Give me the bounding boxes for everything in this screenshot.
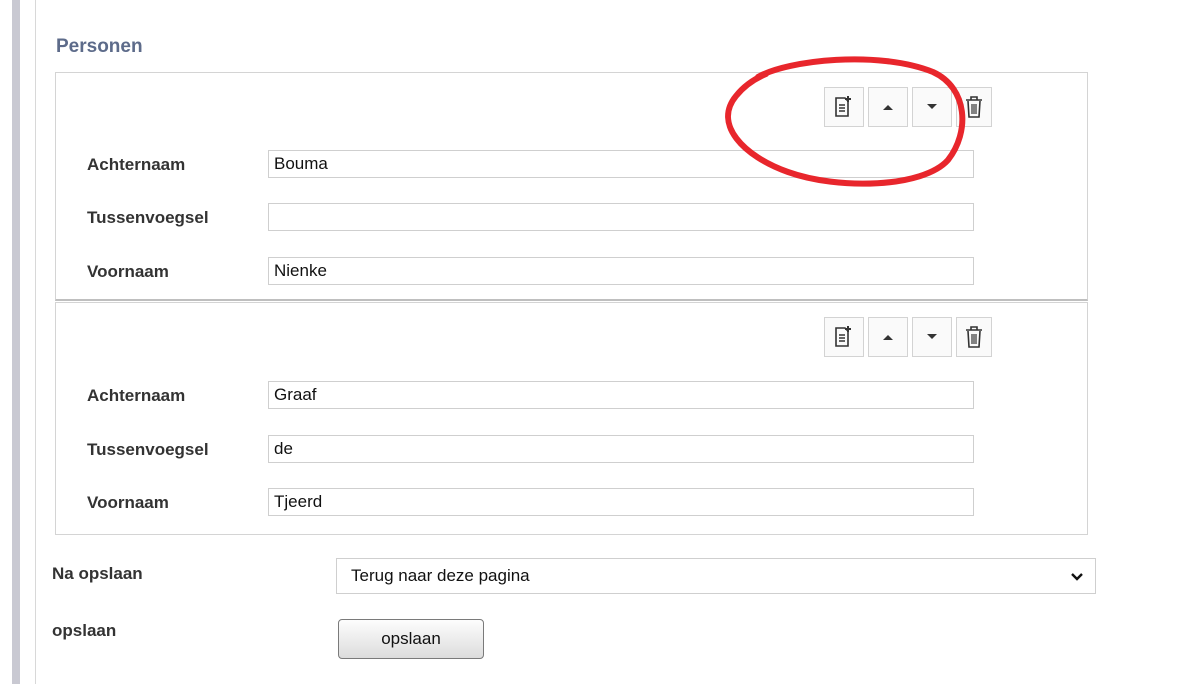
arrow-down-icon	[927, 334, 937, 339]
left-divider-line	[35, 0, 36, 684]
tussenvoegsel-input[interactable]	[268, 435, 974, 463]
achternaam-input[interactable]	[268, 150, 974, 178]
voornaam-input[interactable]	[268, 257, 974, 285]
add-document-icon	[835, 326, 851, 347]
person-record-2: Achternaam Tussenvoegsel Voornaam	[55, 302, 1088, 535]
save-label: opslaan	[52, 621, 117, 640]
field-label: Achternaam	[87, 386, 186, 405]
field-label: Achternaam	[87, 155, 186, 174]
trash-icon	[966, 326, 982, 348]
field-row-achternaam: Achternaam	[56, 150, 1087, 180]
move-down-button[interactable]	[912, 87, 952, 127]
field-label: Voornaam	[87, 493, 169, 512]
arrow-up-icon	[883, 335, 893, 340]
field-row-voornaam: Voornaam	[56, 257, 1087, 287]
section-title: Personen	[56, 36, 143, 57]
field-label: Tussenvoegsel	[87, 440, 209, 459]
move-up-button[interactable]	[868, 87, 908, 127]
record-toolbar	[824, 317, 992, 357]
arrow-down-icon	[927, 104, 937, 109]
chevron-down-icon	[1071, 573, 1083, 581]
arrow-up-icon	[883, 105, 893, 110]
save-button[interactable]: opslaan	[338, 619, 484, 659]
move-down-button[interactable]	[912, 317, 952, 357]
after-save-selected-value: Terug naar deze pagina	[351, 566, 530, 585]
field-label: Voornaam	[87, 262, 169, 281]
delete-record-button[interactable]	[956, 87, 992, 127]
field-row-voornaam: Voornaam	[56, 488, 1087, 518]
achternaam-input[interactable]	[268, 381, 974, 409]
move-up-button[interactable]	[868, 317, 908, 357]
after-save-select[interactable]: Terug naar deze pagina	[336, 558, 1096, 594]
field-row-achternaam: Achternaam	[56, 381, 1087, 411]
add-record-button[interactable]	[824, 317, 864, 357]
field-label: Tussenvoegsel	[87, 208, 209, 227]
voornaam-input[interactable]	[268, 488, 974, 516]
add-record-button[interactable]	[824, 87, 864, 127]
left-edge-bar	[12, 0, 20, 684]
tussenvoegsel-input[interactable]	[268, 203, 974, 231]
field-row-tussenvoegsel: Tussenvoegsel	[56, 203, 1087, 233]
person-record-1: Achternaam Tussenvoegsel Voornaam	[55, 72, 1088, 301]
record-toolbar	[824, 87, 992, 127]
add-document-icon	[835, 96, 851, 117]
after-save-label: Na opslaan	[52, 564, 143, 583]
field-row-tussenvoegsel: Tussenvoegsel	[56, 435, 1087, 465]
trash-icon	[966, 96, 982, 118]
delete-record-button[interactable]	[956, 317, 992, 357]
